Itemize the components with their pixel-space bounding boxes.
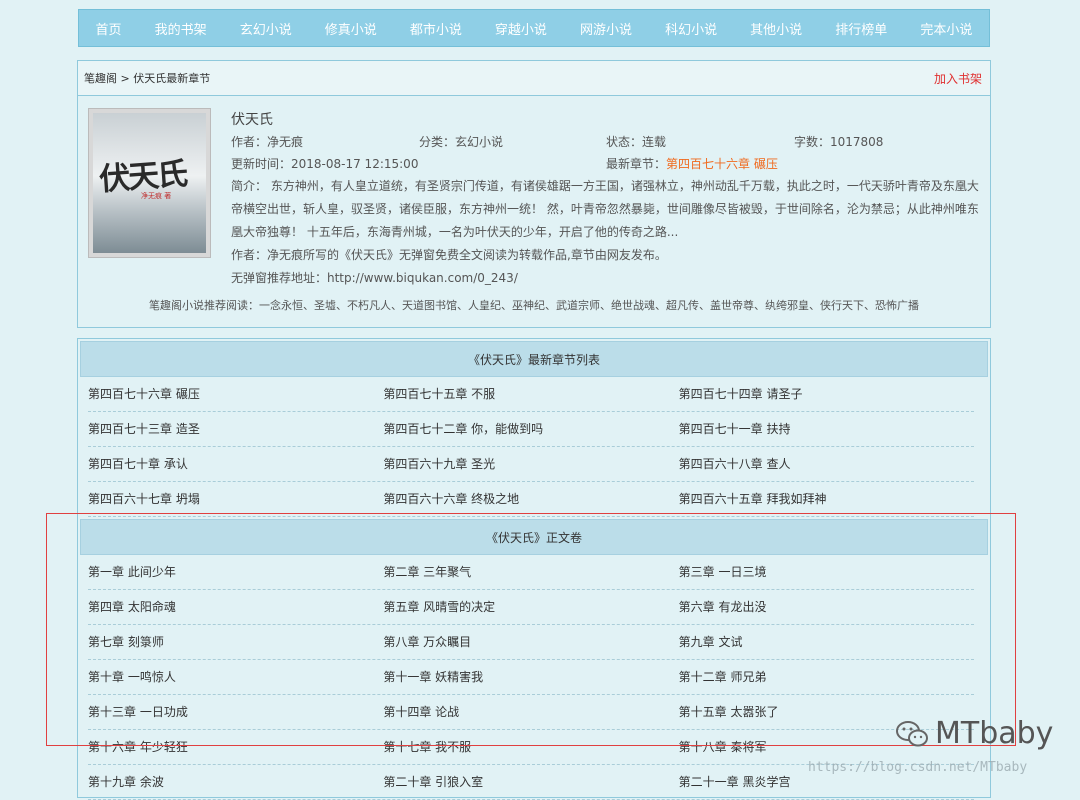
repost-note: 作者：净无痕所写的《伏天氏》无弹窗免费全文阅读为转载作品,章节由网友发布。 bbox=[231, 248, 667, 262]
chapter-link[interactable]: 第十九章 余波 bbox=[88, 765, 383, 799]
chapter-row: 第一章 此间少年 第二章 三年聚气 第三章 一日三境 bbox=[88, 555, 974, 590]
wechat-icon bbox=[896, 720, 928, 746]
latest-chapter-rows: 第四百七十六章 碾压 第四百七十五章 不服 第四百七十四章 请圣子 第四百七十三章 造… bbox=[78, 377, 990, 517]
chapter-link[interactable]: 第三章 一日三境 bbox=[679, 555, 974, 589]
chapter-link[interactable]: 第四百七十一章 扶持 bbox=[679, 412, 974, 446]
book-title: 伏天氏 bbox=[231, 112, 273, 128]
breadcrumb: 笔趣阁 > 伏天氏最新章节 bbox=[84, 70, 210, 86]
chapter-row: 第四百七十三章 造圣 第四百七十二章 你，能做到吗 第四百七十一章 扶持 bbox=[88, 412, 974, 447]
watermark-logo: MTbaby bbox=[895, 716, 1053, 751]
chapter-link[interactable]: 第九章 文试 bbox=[679, 625, 974, 659]
chapter-link[interactable]: 第四章 太阳命魂 bbox=[88, 590, 383, 624]
chapter-link[interactable]: 第十七章 我不服 bbox=[383, 730, 678, 764]
status-text: 状态：连载 bbox=[606, 135, 667, 149]
book-info-panel: 笔趣阁 > 伏天氏最新章节 加入书架 伏天氏 净无痕 著 伏天氏 作者：净无痕 … bbox=[77, 60, 991, 328]
cover-author: 净无痕 著 bbox=[141, 192, 172, 200]
chapter-link[interactable]: 第四百七十四章 请圣子 bbox=[679, 377, 974, 411]
watermark-url: https://blog.csdn.net/MTbaby bbox=[808, 760, 1028, 775]
book-cover[interactable]: 伏天氏 净无痕 著 bbox=[88, 108, 211, 258]
book-intro: 简介： 东方神州，有人皇立道统，有圣贤宗门传道，有诸侯雄踞一方王国，诸强林立，神… bbox=[231, 175, 981, 290]
chapter-row: 第四百七十章 承认 第四百六十九章 圣光 第四百六十八章 查人 bbox=[88, 447, 974, 482]
recommend-line: 笔趣阁小说推荐阅读：一念永恒、圣墟、不朽凡人、天道图书馆、人皇纪、巫神纪、武道宗… bbox=[149, 299, 919, 312]
nav-link[interactable]: 排行榜单 bbox=[835, 19, 887, 38]
latest-chapters-header: 《伏天氏》最新章节列表 bbox=[80, 341, 988, 377]
nav-link[interactable]: 我的书架 bbox=[155, 19, 207, 38]
nav-link[interactable]: 科幻小说 bbox=[665, 19, 717, 38]
breadcrumb-home-link[interactable]: 笔趣阁 bbox=[84, 72, 117, 85]
nav-link[interactable]: 网游小说 bbox=[580, 19, 632, 38]
chapter-row: 第十三章 一日功成 第十四章 论战 第十五章 太嚣张了 bbox=[88, 695, 974, 730]
main-volume-header: 《伏天氏》正文卷 bbox=[80, 519, 988, 555]
intro-text: 简介： 东方神州，有人皇立道统，有圣贤宗门传道，有诸侯雄踞一方王国，诸强林立，神… bbox=[231, 179, 979, 239]
chapter-link[interactable]: 第四百七十二章 你，能做到吗 bbox=[383, 412, 678, 446]
book-address: 无弹窗推荐地址：http://www.biqukan.com/0_243/ bbox=[231, 271, 518, 285]
author-text: 作者：净无痕 bbox=[231, 135, 304, 149]
top-nav: 首页 我的书架 玄幻小说 修真小说 都市小说 穿越小说 网游小说 科幻小说 其他小说 排行榜单 完本… bbox=[78, 9, 990, 47]
chapter-row: 第四章 太阳命魂 第五章 风晴雪的决定 第六章 有龙出没 bbox=[88, 590, 974, 625]
nav-link[interactable]: 都市小说 bbox=[410, 19, 462, 38]
nav-link[interactable]: 玄幻小说 bbox=[240, 19, 292, 38]
chapter-link[interactable]: 第二章 三年聚气 bbox=[383, 555, 678, 589]
chapter-row: 第四百七十六章 碾压 第四百七十五章 不服 第四百七十四章 请圣子 bbox=[88, 377, 974, 412]
add-to-shelf-button[interactable]: 加入书架 bbox=[934, 70, 982, 87]
nav-link[interactable]: 修真小说 bbox=[325, 19, 377, 38]
chapter-link[interactable]: 第四百七十六章 碾压 bbox=[88, 377, 383, 411]
chapter-link[interactable]: 第十六章 年少轻狂 bbox=[88, 730, 383, 764]
chapter-link[interactable]: 第四百六十六章 终极之地 bbox=[383, 482, 678, 516]
chapter-link[interactable]: 第八章 万众瞩目 bbox=[383, 625, 678, 659]
chapter-link[interactable]: 第一章 此间少年 bbox=[88, 555, 383, 589]
update-time-text: 更新时间：2018-08-17 12:15:00 bbox=[231, 157, 419, 171]
chapter-link[interactable]: 第四百六十九章 圣光 bbox=[383, 447, 678, 481]
chapter-link[interactable]: 第四百六十八章 查人 bbox=[679, 447, 974, 481]
cover-image: 伏天氏 净无痕 著 bbox=[93, 113, 206, 253]
meta-row-1: 作者：净无痕 分类：玄幻小说 状态：连载 字数：1017808 bbox=[231, 133, 991, 151]
info-header: 笔趣阁 > 伏天氏最新章节 加入书架 bbox=[78, 61, 990, 96]
chapter-row: 第七章 刻箓师 第八章 万众瞩目 第九章 文试 bbox=[88, 625, 974, 660]
meta-row-2: 更新时间：2018-08-17 12:15:00 最新章节：第四百七十六章 碾压 bbox=[231, 155, 991, 173]
breadcrumb-current: 伏天氏最新章节 bbox=[133, 72, 211, 85]
latest-chapter-field: 最新章节：第四百七十六章 碾压 bbox=[606, 155, 778, 172]
nav-link[interactable]: 穿越小说 bbox=[495, 19, 547, 38]
chapter-row: 第四百六十七章 坍塌 第四百六十六章 终极之地 第四百六十五章 拜我如拜神 bbox=[88, 482, 974, 517]
chapter-link[interactable]: 第七章 刻箓师 bbox=[88, 625, 383, 659]
chapter-link[interactable]: 第五章 风晴雪的决定 bbox=[383, 590, 678, 624]
chapter-link[interactable]: 第十三章 一日功成 bbox=[88, 695, 383, 729]
word-count-text: 字数：1017808 bbox=[794, 135, 884, 149]
breadcrumb-separator: > bbox=[120, 72, 130, 85]
chapter-link[interactable]: 第二十章 引狼入室 bbox=[383, 765, 678, 799]
nav-link[interactable]: 首页 bbox=[96, 19, 122, 38]
nav-link[interactable]: 完本小说 bbox=[920, 19, 972, 38]
category-text: 分类：玄幻小说 bbox=[419, 135, 504, 149]
chapter-list-panel: 《伏天氏》最新章节列表 第四百七十六章 碾压 第四百七十五章 不服 第四百七十四章 … bbox=[77, 338, 991, 800]
chapter-link[interactable]: 第十一章 妖精害我 bbox=[383, 660, 678, 694]
chapter-link[interactable]: 第十二章 师兄弟 bbox=[679, 660, 974, 694]
chapter-link[interactable]: 第六章 有龙出没 bbox=[679, 590, 974, 624]
watermark-text: MTbaby bbox=[935, 716, 1054, 751]
chapter-link[interactable]: 第十四章 论战 bbox=[383, 695, 678, 729]
chapter-link[interactable]: 第四百六十七章 坍塌 bbox=[88, 482, 383, 516]
latest-chapter-label: 最新章节： bbox=[606, 157, 667, 171]
chapter-link[interactable]: 第四百六十五章 拜我如拜神 bbox=[679, 482, 974, 516]
chapter-link[interactable]: 第十章 一鸣惊人 bbox=[88, 660, 383, 694]
nav-link[interactable]: 其他小说 bbox=[750, 19, 802, 38]
chapter-row: 第十章 一鸣惊人 第十一章 妖精害我 第十二章 师兄弟 bbox=[88, 660, 974, 695]
chapter-link[interactable]: 第四百七十三章 造圣 bbox=[88, 412, 383, 446]
chapter-link[interactable]: 第四百七十章 承认 bbox=[88, 447, 383, 481]
chapter-link[interactable]: 第四百七十五章 不服 bbox=[383, 377, 678, 411]
latest-chapter-link[interactable]: 第四百七十六章 碾压 bbox=[666, 157, 778, 171]
